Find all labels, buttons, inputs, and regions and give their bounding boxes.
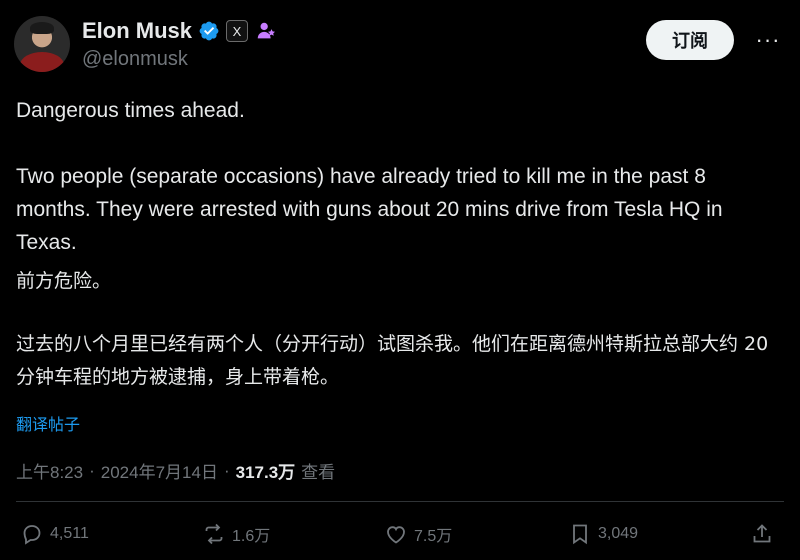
reply-button[interactable]: 4,511 <box>20 522 89 546</box>
name-row: Elon Musk X <box>82 18 278 44</box>
views-count[interactable]: 317.3万 <box>236 458 296 483</box>
bookmark-button[interactable]: 3,049 <box>568 522 638 546</box>
heart-icon <box>387 526 405 544</box>
tweet-text-en-2: Two people (separate occasions) have alr… <box>16 165 723 254</box>
share-button[interactable] <box>750 522 774 546</box>
share-icon <box>753 524 771 543</box>
repost-count: 1.6万 <box>232 528 271 545</box>
display-name[interactable]: Elon Musk <box>82 18 192 44</box>
avatar-hair <box>30 22 54 34</box>
more-options-icon[interactable]: ··· <box>750 26 786 54</box>
handle[interactable]: @elonmusk <box>82 48 188 71</box>
repost-icon <box>205 523 223 545</box>
tweet-text-zh-1: 前方危险。 <box>16 270 112 292</box>
tweet-body: Dangerous times ahead. Two people (separ… <box>16 94 786 394</box>
x-affiliation-icon: X <box>226 20 249 42</box>
tweet-text-en-1: Dangerous times ahead. <box>16 99 245 122</box>
avatar-shirt <box>20 52 64 72</box>
meta-separator: · <box>89 460 95 480</box>
divider <box>16 501 784 502</box>
views-label: 查看 <box>301 463 336 482</box>
tweet-text-zh-2: 过去的八个月里已经有两个人（分开行动）试图杀我。他们在距离德州特斯拉总部大约 2… <box>16 333 769 388</box>
like-button[interactable]: 7.5万 <box>384 522 452 546</box>
tweet-header: Elon Musk X @elonmusk 订阅 ··· <box>14 12 786 76</box>
like-count: 7.5万 <box>414 528 453 545</box>
affiliated-account-icon <box>257 22 275 39</box>
post-time[interactable]: 上午8:23 <box>16 458 83 483</box>
reply-count: 4,511 <box>50 525 89 542</box>
bookmark-icon <box>573 524 587 545</box>
repost-button[interactable]: 1.6万 <box>202 522 270 546</box>
translate-post-link[interactable]: 翻译帖子 <box>16 411 80 435</box>
avatar[interactable] <box>14 16 70 72</box>
bookmark-count: 3,049 <box>598 525 639 542</box>
subscribe-button[interactable]: 订阅 <box>646 20 734 60</box>
tweet-meta: 上午8:23 · 2024年7月14日 · 317.3万 查看 <box>16 458 335 483</box>
verified-badge-icon <box>199 21 219 41</box>
action-bar: 4,511 1.6万 7.5万 3,049 <box>16 522 784 558</box>
post-date[interactable]: 2024年7月14日 <box>101 458 218 483</box>
meta-separator: · <box>223 460 230 480</box>
reply-icon <box>23 525 41 545</box>
